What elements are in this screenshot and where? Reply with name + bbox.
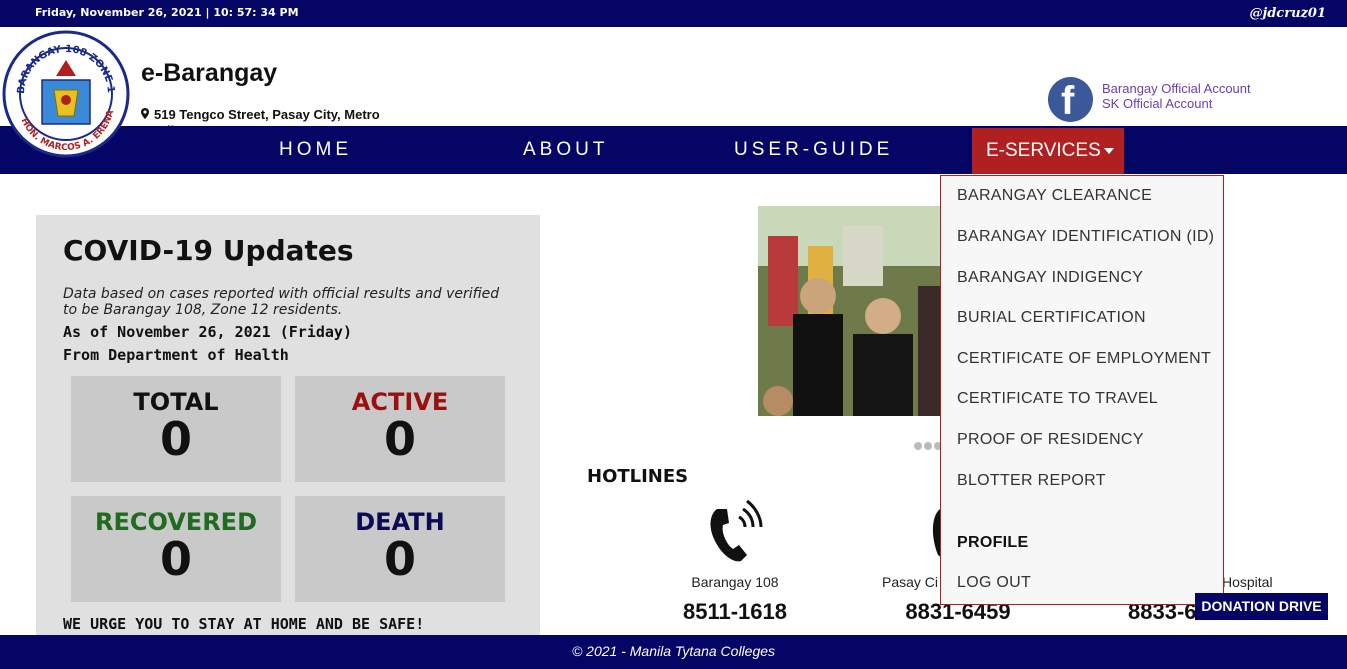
carousel-dot[interactable]	[914, 442, 922, 450]
map-pin-icon	[141, 107, 150, 123]
phone-icon	[703, 495, 765, 570]
hotline-name: Barangay 108	[691, 574, 779, 590]
menu-item-barangay-clearance[interactable]: BARANGAY CLEARANCE	[957, 187, 1152, 205]
menu-item-barangay-id[interactable]: BARANGAY IDENTIFICATION (ID)	[957, 228, 1214, 246]
menu-item-barangay-indigency[interactable]: BARANGAY INDIGENCY	[957, 269, 1143, 287]
stat-active: ACTIVE 0	[295, 376, 505, 482]
datetime-text: Friday, November 26, 2021 | 10: 57: 34 P…	[35, 6, 299, 19]
carousel-photo[interactable]	[758, 206, 940, 416]
stat-active-value: 0	[383, 412, 416, 466]
stay-home-message: WE URGE YOU TO STAY AT HOME AND BE SAFE!	[63, 615, 425, 633]
barangay-seal-logo[interactable]: BARANGAY 108 ZONE 12 HON. MARCOS A. EREN…	[0, 22, 130, 158]
footer-text: © 2021 - Manila Tytana Colleges	[571, 643, 776, 659]
menu-item-proof-of-residency[interactable]: PROOF OF RESIDENCY	[957, 431, 1144, 449]
nav-about[interactable]: ABOUT	[523, 139, 608, 161]
menu-item-profile[interactable]: PROFILE	[957, 534, 1028, 552]
covid-as-of: As of November 26, 2021 (Friday)	[63, 323, 352, 341]
barangay-official-account-link[interactable]: Barangay Official Account	[1102, 81, 1251, 96]
stat-recovered: RECOVERED 0	[71, 496, 281, 602]
footer: © 2021 - Manila Tytana Colleges	[0, 635, 1347, 669]
menu-item-certificate-of-employment[interactable]: CERTIFICATE OF EMPLOYMENT	[957, 350, 1211, 368]
hotlines-title: HOTLINES	[587, 466, 689, 487]
covid-updates-panel: COVID-19 Updates Data based on cases rep…	[36, 215, 540, 635]
stat-death-value: 0	[383, 532, 416, 586]
stat-recovered-value: 0	[159, 532, 192, 586]
nav-user-guide[interactable]: USER-GUIDE	[734, 139, 893, 161]
nav-home[interactable]: HOME	[279, 139, 352, 161]
header: e-Barangay 519 Tengco Street, Pasay City…	[0, 27, 1347, 138]
carousel-dot[interactable]	[924, 442, 932, 450]
eservices-dropdown-menu: BARANGAY CLEARANCE BARANGAY IDENTIFICATI…	[940, 175, 1224, 605]
hotline-number[interactable]: 8511-1618	[655, 599, 815, 625]
caret-down-icon	[1103, 147, 1114, 154]
covid-note: Data based on cases reported with offici…	[63, 286, 500, 318]
menu-item-blotter-report[interactable]: BLOTTER REPORT	[957, 472, 1106, 490]
phone-icon	[926, 505, 940, 565]
main-navbar: HOME ABOUT USER-GUIDE E-SERVICES	[0, 126, 1347, 174]
top-bar: Friday, November 26, 2021 | 10: 57: 34 P…	[0, 0, 1347, 27]
handle-text: @jdcruz01	[1249, 6, 1326, 21]
menu-item-logout[interactable]: LOG OUT	[957, 574, 1031, 592]
donation-drive-button[interactable]: DONATION DRIVE	[1195, 593, 1328, 620]
menu-item-burial-certification[interactable]: BURIAL CERTIFICATION	[957, 309, 1146, 327]
stat-total-value: 0	[159, 412, 192, 466]
menu-item-certificate-to-travel[interactable]: CERTIFICATE TO TRAVEL	[957, 390, 1158, 408]
site-title: e-Barangay	[141, 59, 278, 87]
sk-official-account-link[interactable]: SK Official Account	[1102, 96, 1251, 111]
eservices-label: E-SERVICES	[986, 140, 1101, 161]
stat-death: DEATH 0	[295, 496, 505, 602]
facebook-icon[interactable]: f	[1048, 77, 1093, 123]
nav-eservices-dropdown[interactable]: E-SERVICES	[972, 128, 1124, 174]
stat-total: TOTAL 0	[71, 376, 281, 482]
covid-title: COVID-19 Updates	[63, 234, 354, 267]
hotline-barangay-108: Barangay 108 8511-1618	[655, 574, 815, 625]
facebook-links: Barangay Official Account SK Official Ac…	[1102, 81, 1251, 111]
covid-source: From Department of Health	[63, 346, 289, 364]
